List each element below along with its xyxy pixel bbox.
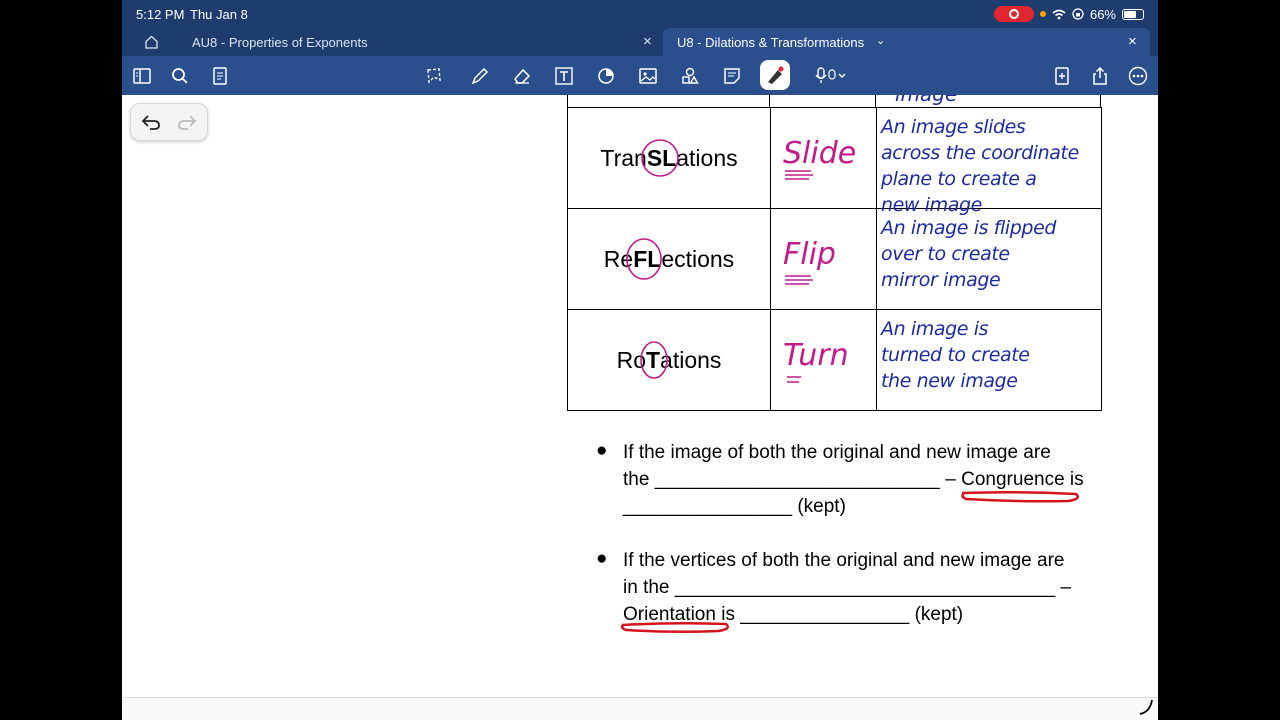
handwritten-description: An image is turned to create the new ima… xyxy=(881,318,1030,392)
term-suffix: ations xyxy=(676,144,738,171)
term-cell: ReFLections xyxy=(567,208,771,310)
sticky-note-icon[interactable] xyxy=(720,64,744,88)
sidebar-icon[interactable] xyxy=(130,64,154,88)
description-cell: An image is turned to create the new ima… xyxy=(876,309,1102,411)
underline-marks xyxy=(785,275,813,285)
tab-dilations-transformations[interactable]: U8 - Dilations & Transformations ⌄ × xyxy=(663,28,1150,56)
bullet-text-orientation: If the vertices of both the original and… xyxy=(623,547,1113,628)
bullet-line: If the image of both the original and ne… xyxy=(623,442,1051,463)
screen-recording-icon[interactable] xyxy=(993,6,1034,22)
status-date: Thu Jan 8 xyxy=(190,7,248,22)
term-cell: RoTations xyxy=(567,309,771,411)
stickers-icon[interactable] xyxy=(678,64,702,88)
description-cell: An image slides across the coordinate pl… xyxy=(876,107,1102,216)
notes-app-screen: 5:12 PM Thu Jan 8 66% AU8 - Properties o… xyxy=(122,0,1158,720)
description-cell: An image is flipped over to create mirro… xyxy=(876,208,1102,310)
hand-word-cell: Slide xyxy=(770,107,877,209)
resize-corner-icon[interactable] xyxy=(1138,698,1154,716)
status-bar: 5:12 PM Thu Jan 8 66% xyxy=(122,0,1158,28)
tab-properties-of-exponents[interactable]: AU8 - Properties of Exponents × xyxy=(122,28,660,56)
transformations-table: TranSLations Slide An image slides acros… xyxy=(567,107,1102,411)
hand-word-cell: Flip xyxy=(770,208,877,310)
undo-icon[interactable] xyxy=(141,113,161,131)
mic-indicator-dot-icon xyxy=(1039,11,1046,17)
status-time: 5:12 PM xyxy=(136,7,185,22)
handwritten-description: An image is flipped over to create mirro… xyxy=(881,217,1057,291)
status-right-group: 66% xyxy=(993,6,1144,22)
bullet-line: If the vertices of both the original and… xyxy=(623,550,1065,571)
underline-marks xyxy=(787,376,801,383)
home-icon[interactable] xyxy=(144,35,159,49)
more-icon[interactable] xyxy=(1126,64,1150,88)
page-outline-icon[interactable] xyxy=(208,64,232,88)
orientation-lock-icon xyxy=(1072,8,1084,20)
hand-word-cell: Turn xyxy=(770,309,877,411)
image-icon[interactable] xyxy=(636,64,660,88)
table-row: TranSLations Slide An image slides acros… xyxy=(567,107,1102,216)
tab-label: AU8 - Properties of Exponents xyxy=(192,35,368,50)
shapes-icon[interactable] xyxy=(594,64,618,88)
tab-label: U8 - Dilations & Transformations xyxy=(677,35,865,50)
close-tab-icon[interactable]: × xyxy=(643,33,652,50)
pink-circle-annotation xyxy=(626,238,662,280)
share-icon[interactable] xyxy=(1088,64,1112,88)
highlighter-pen-icon[interactable] xyxy=(760,60,790,90)
cut-off-text: image xyxy=(895,95,957,106)
tab-bar: AU8 - Properties of Exponents × U8 - Dil… xyxy=(122,28,1158,56)
term-suffix: ections xyxy=(661,245,735,272)
cut-off-row: image xyxy=(567,95,1102,107)
search-icon[interactable] xyxy=(168,64,192,88)
toolbar xyxy=(122,56,1158,95)
microphone-icon[interactable] xyxy=(814,64,854,88)
underline-marks xyxy=(785,170,813,180)
red-underline-annotation xyxy=(961,490,1079,503)
chevron-down-icon[interactable]: ⌄ xyxy=(876,34,885,47)
text-icon[interactable] xyxy=(552,64,576,88)
home-indicator-bar xyxy=(122,697,1158,720)
bullet-icon: ● xyxy=(596,548,608,569)
undo-redo-panel xyxy=(130,103,208,141)
red-underline-annotation xyxy=(620,621,729,634)
lasso-icon[interactable] xyxy=(422,64,446,88)
wifi-icon xyxy=(1052,9,1066,19)
bullet-icon: ● xyxy=(596,440,608,461)
term-cell: TranSLations xyxy=(567,107,771,209)
battery-icon xyxy=(1122,8,1144,20)
add-page-icon[interactable] xyxy=(1050,64,1074,88)
handwritten-word: Slide xyxy=(783,136,857,171)
table-row: ReFLections Flip An image is flipped ove… xyxy=(567,208,1102,310)
bullet-text-congruence: If the image of both the original and ne… xyxy=(623,439,1113,520)
battery-percent: 66% xyxy=(1089,6,1116,22)
eraser-icon[interactable] xyxy=(510,64,534,88)
handwritten-description: An image slides across the coordinate pl… xyxy=(881,116,1079,216)
pink-circle-annotation xyxy=(641,139,679,177)
table-row: RoTations Turn An image is turned to cre… xyxy=(567,309,1102,411)
handwritten-word: Turn xyxy=(783,338,849,373)
close-tab-icon[interactable]: × xyxy=(1128,33,1137,50)
pencil-icon[interactable] xyxy=(468,64,492,88)
redo-icon[interactable] xyxy=(177,113,197,131)
pink-circle-annotation xyxy=(640,341,668,379)
bullet-line: in the _________________________________… xyxy=(623,577,1072,598)
handwritten-word: Flip xyxy=(783,237,836,272)
